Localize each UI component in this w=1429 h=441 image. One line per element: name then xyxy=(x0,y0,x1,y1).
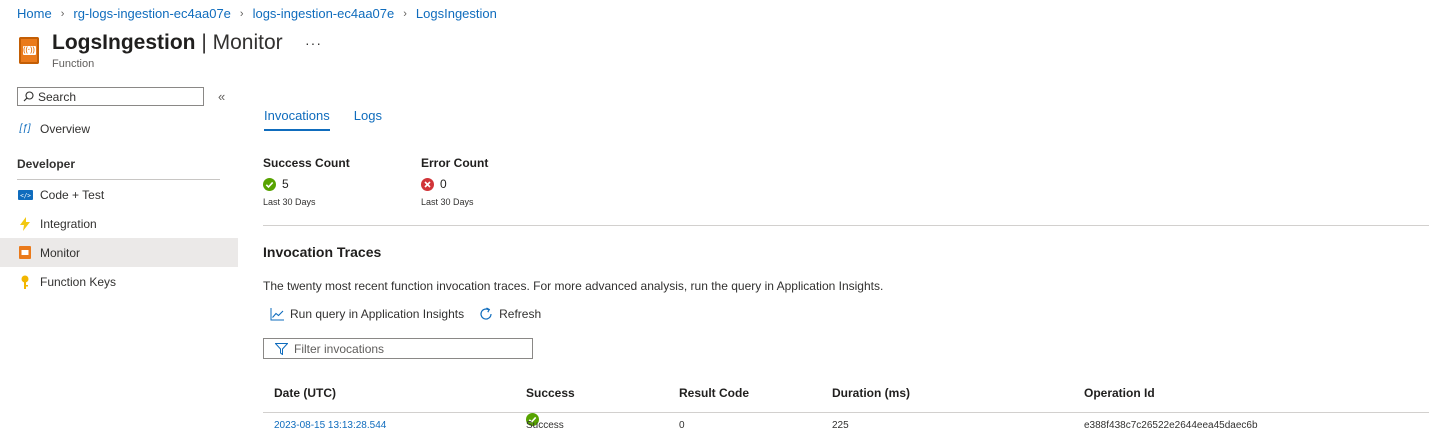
sidebar-search-input[interactable]: Search xyxy=(17,87,204,106)
sidebar-item-monitor[interactable]: Monitor xyxy=(0,238,238,267)
column-header-duration[interactable]: Duration (ms) xyxy=(832,378,910,408)
more-options-button[interactable]: ··· xyxy=(305,35,322,51)
breadcrumb-function-app[interactable]: logs-ingestion-ec4aa07e xyxy=(253,6,395,21)
search-placeholder: Search xyxy=(38,89,77,104)
collapse-sidebar-button[interactable]: « xyxy=(218,89,225,104)
command-bar: Run query in Application Insights Refres… xyxy=(270,307,556,321)
column-header-result-code[interactable]: Result Code xyxy=(679,378,749,408)
metric-period: Last 30 Days xyxy=(263,197,316,207)
metric-value: 5 xyxy=(282,177,289,191)
breadcrumb: Home › rg-logs-ingestion-ec4aa07e › logs… xyxy=(17,6,497,21)
sidebar-item-overview[interactable]: [ƒ] Overview xyxy=(0,114,238,143)
section-name: Monitor xyxy=(212,31,283,54)
table-header: Date (UTC) Success Result Code Duration … xyxy=(263,378,1429,413)
status-text: Success xyxy=(526,420,564,431)
sidebar-item-label: Function Keys xyxy=(40,274,117,289)
run-query-button[interactable]: Run query in Application Insights xyxy=(270,307,464,321)
tab-logs[interactable]: Logs xyxy=(354,108,382,131)
breadcrumb-resource-group[interactable]: rg-logs-ingestion-ec4aa07e xyxy=(73,6,231,21)
column-header-success[interactable]: Success xyxy=(526,378,575,408)
resource-name: LogsIngestion xyxy=(52,31,196,54)
chevron-right-icon: › xyxy=(60,7,65,20)
sidebar-group-developer: Developer xyxy=(17,157,76,171)
key-icon xyxy=(16,275,34,289)
sidebar-item-label: Monitor xyxy=(40,245,81,260)
column-header-operation-id[interactable]: Operation Id xyxy=(1084,378,1155,408)
svg-text:</>: </> xyxy=(20,192,31,199)
function-icon: ((·)) xyxy=(19,37,39,64)
success-count-metric: Success Count 5 Last 30 Days xyxy=(263,156,350,207)
monitor-icon xyxy=(16,246,34,259)
error-count-metric: Error Count 0 Last 30 Days xyxy=(421,156,488,207)
sidebar-item-label: Overview xyxy=(40,121,91,136)
run-query-label: Run query in Application Insights xyxy=(290,307,465,321)
filter-invocations-input[interactable]: Filter invocations xyxy=(263,338,533,359)
tab-invocations[interactable]: Invocations xyxy=(264,108,330,131)
refresh-label: Refresh xyxy=(499,307,542,321)
chevron-right-icon: › xyxy=(239,7,244,20)
metric-period: Last 30 Days xyxy=(421,197,474,207)
search-icon xyxy=(23,91,34,102)
tab-bar: Invocations Logs xyxy=(264,108,406,131)
sidebar-item-function-keys[interactable]: Function Keys xyxy=(0,267,238,296)
lightning-icon xyxy=(16,216,34,231)
metric-label: Error Count xyxy=(421,156,489,170)
chevron-right-icon: › xyxy=(403,7,407,20)
result-code-cell: 0 xyxy=(679,420,685,431)
invocation-date-link[interactable]: 2023-08-15 13:13:28.544 xyxy=(274,413,386,439)
filter-icon xyxy=(275,342,288,355)
refresh-button[interactable]: Refresh xyxy=(479,307,541,321)
metric-label: Success Count xyxy=(263,156,350,170)
column-header-date[interactable]: Date (UTC) xyxy=(274,378,336,408)
refresh-icon xyxy=(479,307,493,321)
page-title: LogsIngestion | Monitor xyxy=(52,31,283,55)
metric-value: 0 xyxy=(440,177,447,191)
breadcrumb-function[interactable]: LogsIngestion xyxy=(416,6,497,21)
section-divider xyxy=(263,225,1429,226)
success-check-icon xyxy=(263,177,276,191)
section-description: The twenty most recent function invocati… xyxy=(263,279,884,293)
resource-type: Function xyxy=(52,58,95,70)
line-chart-icon xyxy=(270,307,284,321)
sidebar-item-code-test[interactable]: </> Code + Test xyxy=(0,180,238,209)
section-title: Invocation Traces xyxy=(263,244,382,260)
title-separator: | xyxy=(195,31,213,54)
sidebar-item-integration[interactable]: Integration xyxy=(0,209,238,238)
breadcrumb-home[interactable]: Home xyxy=(17,6,52,21)
operation-id-cell: e388f438c7c26522e2644eea45daec6b xyxy=(1084,420,1258,431)
sidebar-item-label: Integration xyxy=(40,216,97,231)
filter-placeholder: Filter invocations xyxy=(294,341,385,356)
error-x-icon xyxy=(421,177,434,191)
function-overview-icon: [ƒ] xyxy=(19,123,31,134)
table-row: 2023-08-15 13:13:28.544 Success 0 225 e3… xyxy=(263,413,1429,439)
code-icon: </> xyxy=(16,189,34,200)
sidebar-item-label: Code + Test xyxy=(40,187,105,202)
duration-cell: 225 xyxy=(832,420,849,431)
